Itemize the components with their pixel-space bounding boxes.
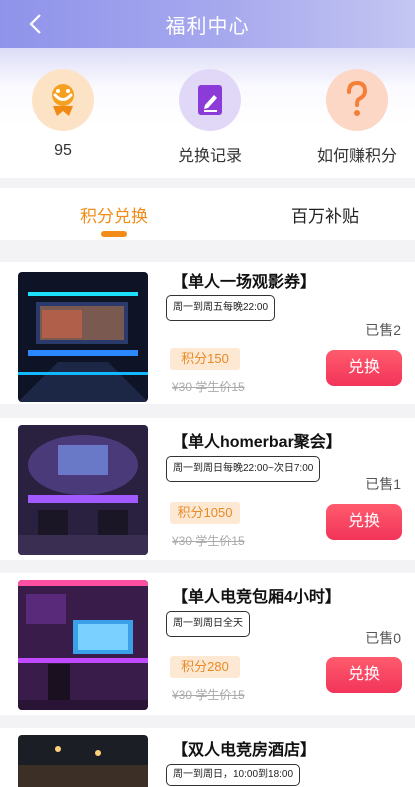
points-badge: 积分280 [170,656,240,678]
product-card[interactable]: 【双人电竞房酒店】 周一到周日，10:00到18:00 [0,728,415,787]
exchange-button[interactable]: 兑换 [326,504,402,540]
product-image-hotel [18,735,148,787]
page-title: 福利中心 [165,16,250,38]
product-image-cinema [18,272,148,402]
product-name: 【单人一场观影券】 [172,274,317,291]
exchange-records-link[interactable]: 兑换记录 [145,142,275,166]
points-badge: 积分150 [170,348,240,370]
sold-count: 已售2 [365,322,401,338]
product-image-bar [18,425,148,555]
active-tab-indicator [101,231,127,237]
price-text: ¥30 学生价15 [172,688,245,702]
points-balance: 95 [54,142,72,159]
product-image-esports [18,580,148,710]
points-medal-icon[interactable] [32,69,94,131]
product-card[interactable]: 【单人电竞包厢4小时】 周一到周日全天 已售0 积分280 兑换 ¥30 学生价… [0,573,415,715]
product-card[interactable]: 【单人homerbar聚会】 周一到周日每晚22:00~次日7:00 已售1 积… [0,418,415,560]
price-text: ¥30 学生价15 [172,534,245,548]
time-tag: 周一到周五每晚22:00 [166,295,276,321]
question-mark-icon[interactable] [326,69,388,131]
header-bar: 福利中心 [0,0,415,48]
exchange-records-icon[interactable] [179,69,241,131]
exchange-button[interactable]: 兑换 [326,657,402,693]
time-tag: 周一到周日每晚22:00~次日7:00 [166,456,321,482]
tab-points-exchange[interactable]: 积分兑换 [80,202,148,227]
sold-count: 已售1 [365,476,401,492]
tab-million-subsidy[interactable]: 百万补贴 [291,202,359,227]
exchange-button[interactable]: 兑换 [326,350,402,386]
sold-count: 已售0 [365,630,401,646]
price-text: ¥30 学生价15 [172,380,245,394]
tab-bar: 积分兑换 百万补贴 [0,188,415,240]
points-badge: 积分1050 [170,502,240,524]
time-tag: 周一到周日，10:00到18:00 [166,764,301,786]
time-tag: 周一到周日全天 [166,611,250,637]
product-name: 【单人电竞包厢4小时】 [172,589,341,606]
product-name: 【单人homerbar聚会】 [172,434,342,451]
summary-panel: 95 兑换记录 如何赚积分 [0,48,415,178]
product-card[interactable]: 【单人一场观影券】 周一到周五每晚22:00 已售2 积分150 兑换 ¥30 … [0,262,415,404]
how-to-earn-link[interactable]: 如何赚积分 [292,142,415,166]
product-name: 【双人电竞房酒店】 [172,742,317,759]
